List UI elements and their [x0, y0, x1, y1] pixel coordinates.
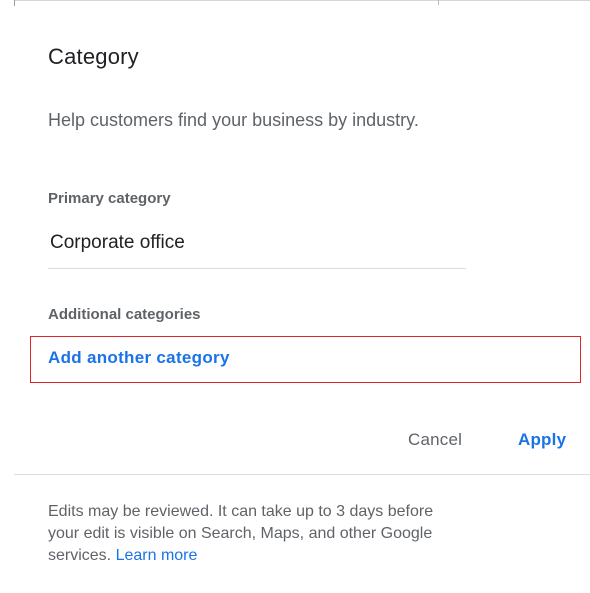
primary-category-label: Primary category	[48, 190, 171, 207]
dialog-top-edge	[14, 0, 590, 1]
footer-note-line: your edit is visible on Search, Maps, an…	[48, 525, 433, 542]
dialog-top-edge-tick	[438, 0, 439, 5]
footer-note-line: Edits may be reviewed. It can take up to…	[48, 503, 434, 520]
cancel-button[interactable]: Cancel	[408, 428, 462, 452]
dialog-subtitle: Help customers find your business by ind…	[48, 110, 419, 130]
primary-category-value[interactable]: Corporate office	[50, 232, 185, 254]
primary-category-field[interactable]: Corporate office	[48, 224, 466, 269]
learn-more-link[interactable]: Learn more	[116, 547, 198, 564]
footer-note: Edits may be reviewed. It can take up to…	[48, 501, 548, 567]
footer-note-line: services. Learn more	[48, 545, 548, 567]
footer-note-text: services.	[48, 547, 112, 564]
apply-button[interactable]: Apply	[518, 428, 566, 452]
add-category-highlight: Add another category	[30, 336, 581, 383]
footer-divider	[14, 474, 590, 475]
additional-categories-label: Additional categories	[48, 306, 201, 323]
dialog-title: Category	[48, 44, 139, 69]
add-another-category-link[interactable]: Add another category	[48, 348, 230, 368]
dialog-top-edge-tick	[14, 0, 15, 6]
